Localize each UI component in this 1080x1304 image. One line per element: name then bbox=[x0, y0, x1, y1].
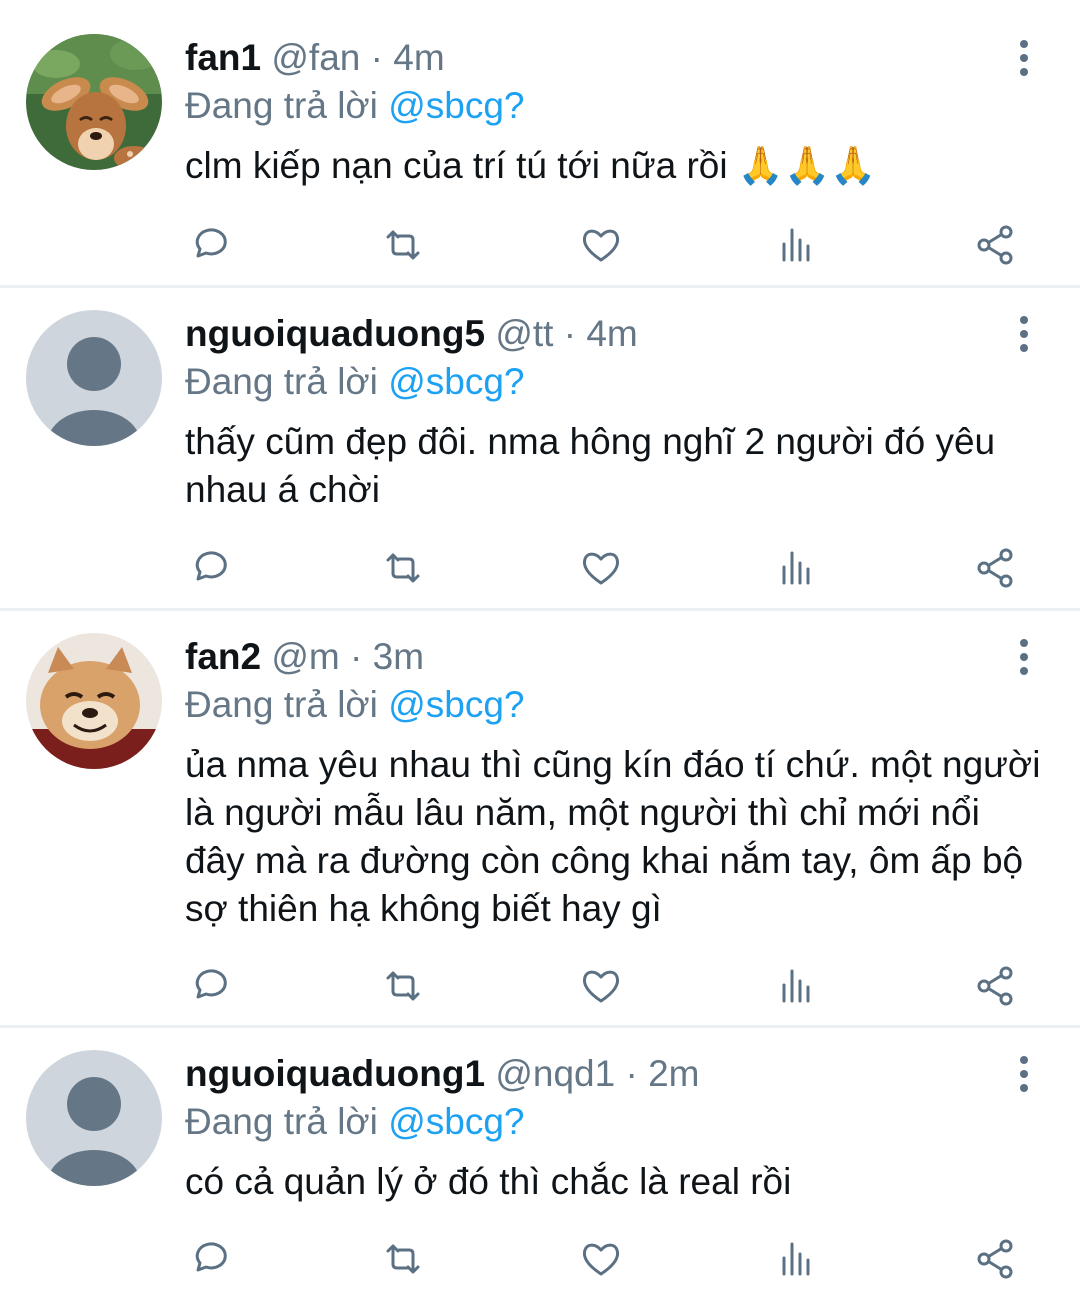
retweet-icon[interactable] bbox=[380, 222, 426, 268]
reply-icon[interactable] bbox=[184, 1236, 230, 1282]
replying-label: Đang trả lời bbox=[185, 361, 378, 402]
user-handle[interactable]: @fan bbox=[271, 37, 360, 78]
replying-to: Đang trả lời @sbcg? bbox=[185, 683, 524, 727]
more-options-icon[interactable] bbox=[1008, 1054, 1040, 1094]
tweet[interactable]: fan2 @m · 3m Đang trả lời @sbcg? ủa nma … bbox=[0, 611, 1080, 1028]
tweet[interactable]: fan1 @fan · 4m Đang trả lời @sbcg? clm k… bbox=[0, 0, 1080, 288]
timestamp[interactable]: 3m bbox=[373, 636, 424, 677]
more-options-icon[interactable] bbox=[1008, 38, 1040, 78]
replying-to: Đang trả lời @sbcg? bbox=[185, 360, 524, 404]
replying-to: Đang trả lời @sbcg? bbox=[185, 84, 524, 128]
avatar[interactable] bbox=[26, 1050, 162, 1186]
action-bar bbox=[0, 963, 1080, 1013]
stats-icon[interactable] bbox=[774, 545, 820, 591]
separator: · bbox=[370, 37, 383, 78]
tweet[interactable]: nguoiquaduong1 @nqd1 · 2m Đang trả lời @… bbox=[0, 1028, 1080, 1304]
reply-icon[interactable] bbox=[184, 545, 230, 591]
share-icon[interactable] bbox=[972, 545, 1018, 591]
share-icon[interactable] bbox=[972, 222, 1018, 268]
mention-link[interactable]: @sbcg? bbox=[388, 85, 524, 126]
action-bar bbox=[0, 1236, 1080, 1286]
tweet-header: nguoiquaduong1 @nqd1 · 2m bbox=[185, 1052, 700, 1096]
tweet-text: clm kiếp nạn của trí tú tới nữa rồi 🙏🙏🙏 bbox=[185, 145, 877, 186]
like-icon[interactable] bbox=[578, 1236, 624, 1282]
tweet-text: thấy cũm đẹp đôi. nma hông nghĩ 2 người … bbox=[185, 421, 996, 510]
timestamp[interactable]: 4m bbox=[586, 313, 637, 354]
tweet-header: fan1 @fan · 4m bbox=[185, 36, 445, 80]
more-options-icon[interactable] bbox=[1008, 637, 1040, 677]
action-bar bbox=[0, 222, 1080, 272]
mention-link[interactable]: @sbcg? bbox=[388, 684, 524, 725]
mention-link[interactable]: @sbcg? bbox=[388, 361, 524, 402]
fawn-avatar-image bbox=[26, 34, 162, 170]
stats-icon[interactable] bbox=[774, 963, 820, 1009]
like-icon[interactable] bbox=[578, 222, 624, 268]
user-handle[interactable]: @nqd1 bbox=[495, 1053, 615, 1094]
avatar[interactable] bbox=[26, 34, 162, 170]
avatar[interactable] bbox=[26, 633, 162, 769]
stats-icon[interactable] bbox=[774, 222, 820, 268]
default-user-avatar bbox=[26, 310, 162, 446]
tweet-text: có cả quản lý ở đó thì chắc là real rồi bbox=[185, 1161, 792, 1202]
retweet-icon[interactable] bbox=[380, 963, 426, 1009]
display-name[interactable]: fan2 bbox=[185, 636, 261, 677]
replying-label: Đang trả lời bbox=[185, 85, 378, 126]
like-icon[interactable] bbox=[578, 545, 624, 591]
user-handle[interactable]: @tt bbox=[495, 313, 553, 354]
action-bar bbox=[0, 545, 1080, 595]
tweet-header: fan2 @m · 3m bbox=[185, 635, 424, 679]
smiling-dog-avatar bbox=[26, 633, 162, 769]
tweet-text: ủa nma yêu nhau thì cũng kín đáo tí chứ.… bbox=[185, 744, 1041, 929]
separator: · bbox=[350, 636, 363, 677]
separator: · bbox=[563, 313, 577, 354]
like-icon[interactable] bbox=[578, 963, 624, 1009]
retweet-icon[interactable] bbox=[380, 1236, 426, 1282]
share-icon[interactable] bbox=[972, 963, 1018, 1009]
tweet-header: nguoiquaduong5 @tt · 4m bbox=[185, 312, 638, 356]
display-name[interactable]: fan1 bbox=[185, 37, 261, 78]
replying-to: Đang trả lời @sbcg? bbox=[185, 1100, 524, 1144]
timestamp[interactable]: 2m bbox=[648, 1053, 699, 1094]
display-name[interactable]: nguoiquaduong5 bbox=[185, 313, 485, 354]
tweet[interactable]: nguoiquaduong5 @tt · 4m Đang trả lời @sb… bbox=[0, 288, 1080, 611]
avatar[interactable] bbox=[26, 310, 162, 446]
default-user-avatar bbox=[26, 1050, 162, 1186]
share-icon[interactable] bbox=[972, 1236, 1018, 1282]
display-name[interactable]: nguoiquaduong1 bbox=[185, 1053, 485, 1094]
replying-label: Đang trả lời bbox=[185, 1101, 378, 1142]
replies-feed: fan1 @fan · 4m Đang trả lời @sbcg? clm k… bbox=[0, 0, 1080, 1304]
stats-icon[interactable] bbox=[774, 1236, 820, 1282]
user-handle[interactable]: @m bbox=[271, 636, 339, 677]
reply-icon[interactable] bbox=[184, 963, 230, 1009]
mention-link[interactable]: @sbcg? bbox=[388, 1101, 524, 1142]
timestamp[interactable]: 4m bbox=[393, 37, 444, 78]
retweet-icon[interactable] bbox=[380, 545, 426, 591]
replying-label: Đang trả lời bbox=[185, 684, 378, 725]
reply-icon[interactable] bbox=[184, 222, 230, 268]
separator: · bbox=[625, 1053, 638, 1094]
more-options-icon[interactable] bbox=[1008, 314, 1040, 354]
